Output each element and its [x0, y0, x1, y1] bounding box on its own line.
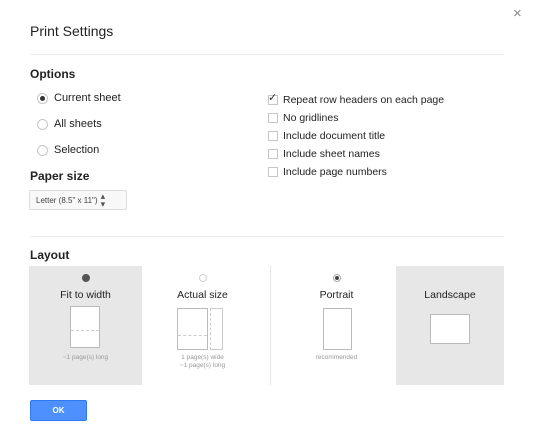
paper-size-heading: Paper size [30, 169, 90, 183]
options-heading: Options [30, 67, 76, 81]
orientation-option-portrait[interactable]: Portrait recommended [280, 266, 393, 385]
checkbox-label: No gridlines [283, 112, 339, 124]
portrait-page-icon [323, 308, 352, 350]
paper-size-select[interactable]: Letter (8.5" x 11") ▴ ▾ [29, 190, 127, 210]
layout-option-label: Fit to width [60, 289, 111, 301]
checkbox-include-sheet-names[interactable]: Include sheet names [268, 147, 380, 161]
radio-label: All sheets [54, 118, 102, 130]
close-icon[interactable]: × [513, 6, 522, 22]
page-overflow-icon [210, 308, 223, 350]
radio-all-sheets[interactable]: All sheets [37, 118, 102, 130]
paper-size-value: Letter (8.5" x 11") [36, 195, 98, 205]
radio-selection[interactable]: Selection [37, 144, 99, 156]
checkbox[interactable] [268, 149, 278, 159]
radio-label: Selection [54, 144, 100, 156]
checkbox-label: Include sheet names [283, 148, 380, 160]
checkbox-repeat-row-headers[interactable]: ✓ Repeat row headers on each page [268, 92, 445, 107]
layout-caption: ~1 page(s) long [62, 354, 109, 361]
orientation-label: Landscape [424, 289, 476, 301]
checkbox[interactable] [268, 113, 278, 123]
checkbox[interactable] [268, 131, 278, 141]
ok-button[interactable]: OK [30, 400, 87, 421]
radio-button[interactable] [198, 274, 207, 282]
layout-caption-line2: ~1 page(s) long [179, 362, 226, 369]
page-preview-icon [70, 306, 100, 348]
checkbox-include-document-title[interactable]: Include document title [268, 129, 385, 143]
radio-button[interactable] [37, 118, 48, 130]
checkbox[interactable]: ✓ [268, 92, 278, 105]
layout-caption-line1: 1 page(s) wide [181, 354, 224, 361]
radio-button-checked[interactable] [332, 274, 341, 282]
checkmark-icon: ✓ [268, 92, 278, 104]
layout-separator [270, 266, 271, 385]
checkbox-label: Include page numbers [283, 166, 387, 178]
landscape-page-icon [430, 314, 470, 344]
orientation-label: Portrait [319, 289, 354, 301]
checkbox-label: Include document title [283, 130, 386, 142]
page-preview-icon [177, 308, 208, 350]
layout-option-actual-size[interactable]: Actual size 1 page(s) wide ~1 page(s) lo… [146, 266, 259, 385]
radio-button[interactable] [37, 144, 48, 156]
checkbox-no-gridlines[interactable]: No gridlines [268, 111, 338, 125]
checkbox-label: Repeat row headers on each page [283, 94, 445, 106]
title-divider [30, 54, 504, 55]
radio-button-checked[interactable] [37, 92, 48, 104]
checkbox-include-page-numbers[interactable]: Include page numbers [268, 165, 387, 179]
layout-option-label: Actual size [177, 289, 228, 301]
radio-button-checked[interactable] [81, 274, 90, 282]
layout-heading: Layout [30, 248, 70, 262]
checkbox[interactable] [268, 167, 278, 177]
dialog-title: Print Settings [30, 23, 114, 39]
orientation-caption: recommended [315, 354, 358, 361]
orientation-option-landscape[interactable]: Landscape [396, 266, 504, 385]
radio-label: Current sheet [54, 92, 121, 104]
updown-arrows-icon: ▴ ▾ [100, 191, 106, 209]
layout-divider [30, 236, 504, 237]
radio-current-sheet[interactable]: Current sheet [37, 92, 121, 104]
layout-option-fit-to-width[interactable]: Fit to width ~1 page(s) long [29, 266, 142, 385]
